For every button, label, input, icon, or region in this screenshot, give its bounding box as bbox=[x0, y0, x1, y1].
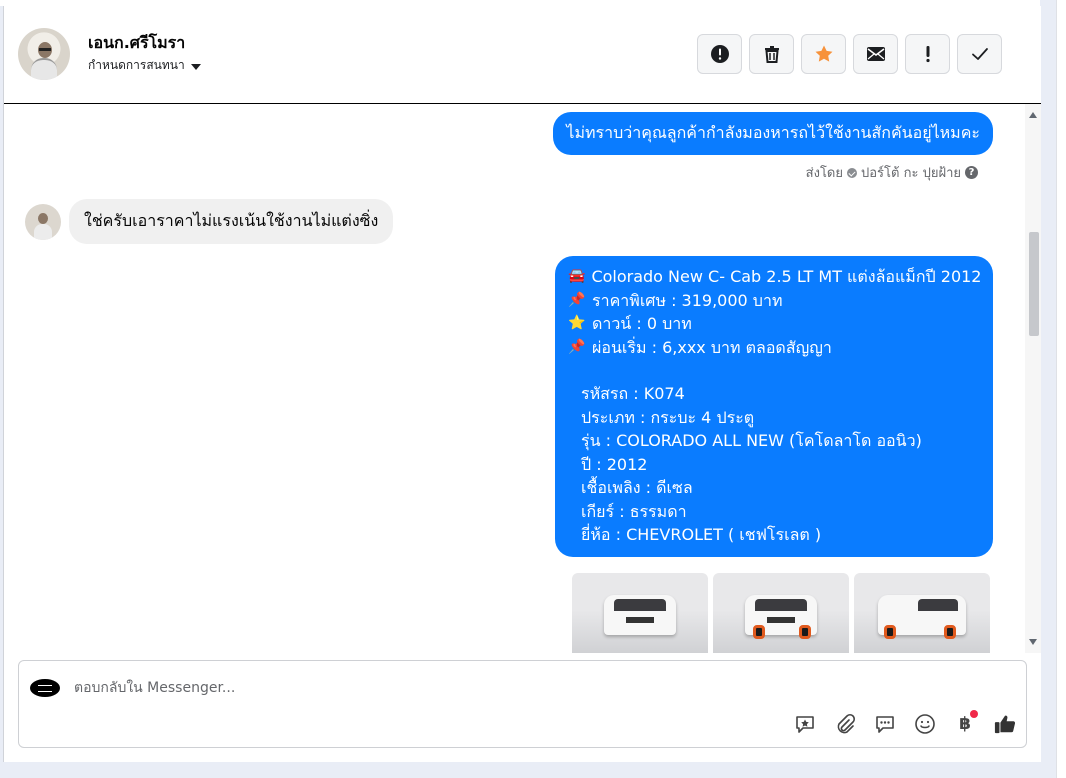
car-photo-angle[interactable] bbox=[713, 573, 849, 653]
thumbs-up-icon bbox=[994, 715, 1016, 734]
alert-circle-icon bbox=[710, 45, 729, 63]
send-email-button[interactable] bbox=[853, 34, 898, 74]
emoji-button[interactable] bbox=[914, 713, 936, 735]
incoming-message[interactable]: ใช่ครับเอาราคาไม่แรงเน้นใช้งานไม่แต่งซิ่… bbox=[69, 199, 394, 244]
contact-name[interactable]: เอนก.ศรีโมรา bbox=[88, 31, 185, 56]
scroll-down-icon[interactable] bbox=[1029, 639, 1037, 645]
listing-gear: เกียร์ : ธรรมดา bbox=[581, 501, 687, 521]
car-photo-gallery bbox=[572, 573, 990, 653]
listing-model: รุ่น : COLORADO ALL NEW (โคโดลาโด ออนิว) bbox=[581, 431, 922, 450]
delete-button[interactable] bbox=[749, 34, 794, 74]
listing-installment: ผ่อนเริ่ม : 6,xxx บาท ตลอดสัญญา bbox=[592, 337, 832, 357]
saved-reply-icon bbox=[796, 716, 814, 733]
star-emoji-icon: ⭐ bbox=[568, 315, 586, 331]
listing-down-payment: ดาวน์ : 0 บาท bbox=[592, 314, 692, 333]
contact-avatar[interactable] bbox=[18, 28, 70, 80]
attachment-icon bbox=[837, 713, 856, 734]
sent-by-name: ปอร์โต้ กะ ปุยฝ้าย bbox=[861, 166, 961, 181]
sent-by-prefix: ส่งโดย bbox=[805, 166, 843, 181]
star-icon bbox=[815, 45, 832, 62]
assign-conversation-dropdown[interactable]: กำหนดการสนทนา bbox=[88, 56, 201, 75]
mark-spam-button[interactable] bbox=[697, 34, 742, 74]
listing-type: ประเภท : กระบะ 4 ประตู bbox=[581, 407, 755, 427]
scrollbar-thumb[interactable] bbox=[1029, 232, 1039, 336]
adjacent-panel-edge bbox=[1056, 0, 1066, 778]
listing-title: Colorado New C- Cab 2.5 LT MT แต่งล้อแม็… bbox=[591, 267, 982, 286]
pushpin-emoji-icon: 📌 bbox=[568, 291, 586, 308]
reply-composer: ฿ bbox=[18, 660, 1027, 748]
follow-up-button[interactable] bbox=[905, 34, 950, 74]
thread-scrollbar[interactable] bbox=[1025, 104, 1041, 653]
page-gutter bbox=[1040, 0, 1056, 778]
saved-reply-button[interactable] bbox=[794, 713, 816, 735]
message-thread[interactable]: ไม่ทราบว่าคุณลูกค้ากำลังมองหารถไว้ใช้งาน… bbox=[4, 104, 1025, 653]
conversation-header: เอนก.ศรีโมรา กำหนดการสนทนา bbox=[4, 6, 1041, 104]
car-emoji-icon: 🚘 bbox=[568, 268, 586, 284]
sent-by-info: ส่งโดย ปอร์โต้ กะ ปุยฝ้าย ? bbox=[806, 162, 978, 183]
mail-icon bbox=[866, 47, 885, 61]
check-icon bbox=[971, 48, 988, 60]
assign-label: กำหนดการสนทนา bbox=[88, 58, 185, 72]
listing-fuel: เชื้อเพลิง : ดีเซล bbox=[581, 478, 693, 497]
composer-tools: ฿ bbox=[794, 710, 1016, 735]
scroll-up-icon[interactable] bbox=[1029, 112, 1037, 118]
reply-input[interactable] bbox=[72, 675, 716, 701]
car-listing-message[interactable]: 🚘 Colorado New C- Cab 2.5 LT MT แต่งล้อแม… bbox=[555, 256, 993, 557]
exclamation-icon bbox=[925, 46, 930, 63]
caret-down-icon bbox=[190, 63, 201, 70]
listing-price: ราคาพิเศษ : 319,000 บาท bbox=[592, 290, 783, 310]
quick-reply-button[interactable] bbox=[874, 713, 896, 735]
quick-reply-icon bbox=[876, 716, 894, 733]
page-logo bbox=[30, 679, 60, 697]
mark-done-button[interactable] bbox=[957, 34, 1002, 74]
customer-avatar[interactable] bbox=[25, 204, 61, 240]
conversation-panel: เอนก.ศรีโมรา กำหนดการสนทนา ไม่ทราบว่าคุณ… bbox=[3, 6, 1041, 762]
verified-check-icon bbox=[847, 167, 857, 178]
listing-year: ปี : 2012 bbox=[581, 454, 648, 474]
star-button[interactable] bbox=[801, 34, 846, 74]
help-icon[interactable]: ? bbox=[965, 166, 978, 179]
like-button[interactable] bbox=[994, 713, 1016, 735]
conversation-toolbar bbox=[697, 34, 1002, 74]
outgoing-message[interactable]: ไม่ทราบว่าคุณลูกค้ากำลังมองหารถไว้ใช้งาน… bbox=[553, 112, 993, 155]
trash-icon bbox=[764, 46, 779, 63]
listing-code: รหัสรถ : K074 bbox=[581, 384, 685, 403]
payment-button[interactable]: ฿ bbox=[954, 710, 978, 735]
baht-payment-icon: ฿ bbox=[959, 714, 971, 734]
attachment-button[interactable] bbox=[834, 713, 856, 735]
car-photo-rear[interactable] bbox=[854, 573, 990, 653]
pushpin-emoji-icon: 📌 bbox=[568, 338, 586, 355]
listing-brand: ยี่ห้อ : CHEVROLET ( เชฟโรเลต ) bbox=[581, 525, 822, 544]
emoji-icon bbox=[915, 714, 935, 734]
car-photo-front[interactable] bbox=[572, 573, 708, 653]
notification-dot bbox=[970, 710, 978, 718]
